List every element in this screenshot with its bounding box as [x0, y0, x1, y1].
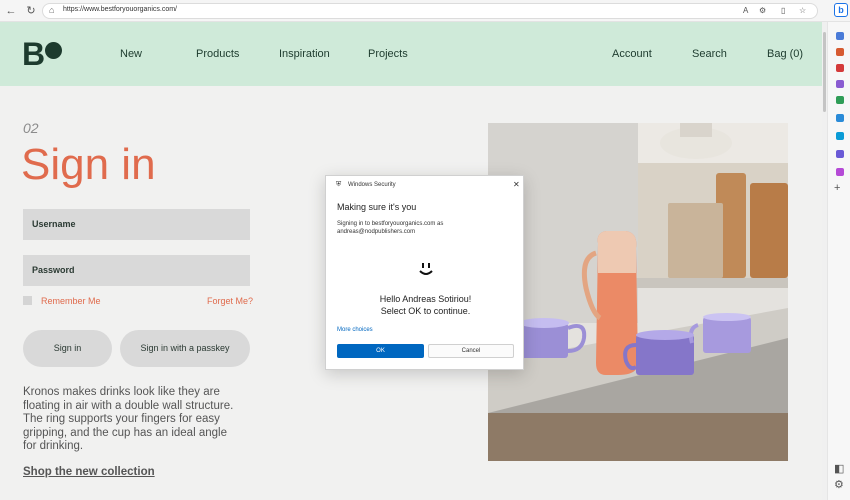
refresh-icon[interactable]: ↻ [24, 4, 38, 18]
shopping-icon[interactable] [836, 48, 844, 56]
dialog-info: Signing in to bestforyouorganics.com as … [337, 220, 517, 236]
remember-checkbox[interactable] [23, 296, 32, 305]
close-icon[interactable]: ✕ [513, 180, 520, 189]
dialog-info-line2: andreas@nodpublishers.com [337, 229, 416, 235]
settings-icon[interactable]: ⚙ [834, 478, 844, 491]
windows-security-dialog: ⛨ Windows Security ✕ Making sure it's yo… [325, 175, 524, 370]
shop-collection-link[interactable]: Shop the new collection [23, 466, 155, 478]
face-recognition-icon [419, 263, 433, 275]
nav-projects[interactable]: Projects [368, 48, 408, 60]
edge-sidebar: + ◧ ⚙ [827, 22, 850, 500]
nav-bag[interactable]: Bag (0) [767, 48, 803, 60]
password-field[interactable]: Password [23, 255, 250, 286]
address-bar[interactable]: ⌂ https://www.bestforyouorganics.com/ A … [42, 3, 818, 19]
tools-icon[interactable] [836, 64, 844, 72]
site-header: B New Products Inspiration Projects Acco… [0, 22, 822, 86]
favorites-icon[interactable]: ☆ [799, 6, 806, 15]
nav-products[interactable]: Products [196, 48, 239, 60]
add-icon[interactable]: + [834, 182, 840, 194]
shield-icon: ⛨ [336, 181, 342, 188]
username-label: Username [32, 219, 76, 229]
browser-toolbar: ← ↻ ⌂ https://www.bestforyouorganics.com… [0, 0, 850, 22]
cancel-button[interactable]: Cancel [428, 344, 514, 358]
home-icon: ⌂ [49, 5, 55, 15]
address-url: https://www.bestforyouorganics.com/ [63, 6, 177, 13]
office-icon[interactable] [836, 96, 844, 104]
web-page: B New Products Inspiration Projects Acco… [0, 22, 822, 500]
step-number: 02 [23, 120, 39, 136]
scroll-thumb[interactable] [823, 32, 826, 112]
username-field[interactable]: Username [23, 209, 250, 240]
designer-icon[interactable] [836, 150, 844, 158]
dialog-hello: Hello Andreas Sotiriou! [379, 294, 472, 304]
extension-icon[interactable] [836, 168, 844, 176]
page-title: Sign in [21, 140, 156, 189]
nav-account[interactable]: Account [612, 48, 652, 60]
dialog-heading: Making sure it's you [337, 202, 417, 212]
more-choices-link[interactable]: More choices [337, 327, 373, 333]
back-arrow-icon[interactable]: ← [4, 4, 18, 18]
ok-button[interactable]: OK [337, 344, 424, 358]
dialog-instruction: Select OK to continue. [380, 306, 471, 316]
extensions-icon[interactable]: ⚙ [759, 6, 766, 15]
promo-text: Kronos makes drinks look like they are f… [23, 386, 234, 452]
passkey-button[interactable]: Sign in with a passkey [120, 330, 250, 367]
search-icon[interactable] [836, 32, 844, 40]
dialog-greeting: Hello Andreas Sotiriou! Select OK to con… [326, 293, 525, 317]
drop-icon[interactable] [836, 132, 844, 140]
split-screen-icon[interactable]: ▯ [781, 6, 785, 15]
sign-in-button[interactable]: Sign in [23, 330, 112, 367]
nav-inspiration[interactable]: Inspiration [279, 48, 330, 60]
product-photo-art [488, 123, 788, 461]
copilot-icon[interactable]: b [834, 3, 848, 17]
logo-dot [45, 42, 62, 59]
nav-new[interactable]: New [120, 48, 142, 60]
dialog-title: Windows Security [348, 182, 396, 188]
dialog-info-line1: Signing in to bestforyouorganics.com as [337, 221, 444, 227]
sidebar-toggle-icon[interactable]: ◧ [834, 462, 844, 475]
remember-label[interactable]: Remember Me [41, 296, 101, 306]
outlook-icon[interactable] [836, 114, 844, 122]
product-photo [488, 123, 788, 461]
read-aloud-icon[interactable]: A [743, 6, 748, 15]
forget-me-link[interactable]: Forget Me? [207, 296, 253, 306]
password-label: Password [32, 265, 75, 275]
nav-search[interactable]: Search [692, 48, 727, 60]
brand-logo[interactable]: B [22, 38, 45, 70]
games-icon[interactable] [836, 80, 844, 88]
